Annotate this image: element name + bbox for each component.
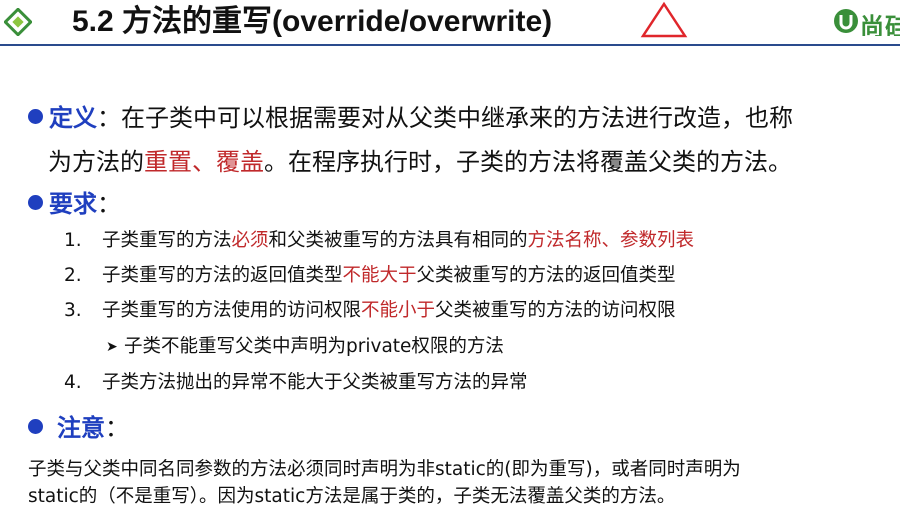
item-highlight: 不能大于: [342, 265, 417, 286]
item-text: 父类被重写的方法的返回值类型: [416, 265, 676, 286]
brand-logo: 尚硅: [832, 6, 900, 36]
diamond-logo-icon: [4, 8, 32, 36]
requirements-label: 要求: [49, 190, 97, 218]
item-number: 2.: [64, 265, 82, 286]
definition-text-2a: 为方法的: [48, 148, 144, 176]
requirement-item-1: 1. 子类重写的方法必须和父类被重写的方法具有相同的方法名称、参数列表: [64, 226, 694, 252]
definition-label: 定义: [49, 104, 97, 132]
note-colon: ：: [105, 414, 129, 442]
requirement-sub-item: ➤ 子类不能重写父类中声明为private权限的方法: [106, 332, 504, 358]
warning-triangle-icon: [640, 1, 688, 38]
requirements-colon: ：: [97, 190, 121, 218]
requirement-item-2: 2. 子类重写的方法的返回值类型不能大于父类被重写的方法的返回值类型: [64, 261, 676, 287]
header-divider: [0, 44, 900, 46]
definition-text-1: 在子类中可以根据需要对从父类中继承来的方法进行改造，也称: [121, 104, 793, 132]
note-label: 注意: [57, 414, 105, 442]
bullet-dot-icon: [28, 195, 43, 210]
definition-colon: ：: [97, 104, 121, 132]
note-line-2: static的（不是重写）。因为static方法是属于类的，子类无法覆盖父类的方…: [28, 486, 676, 507]
item-highlight: 必须: [231, 230, 269, 251]
sub-item-text: 子类不能重写父类中声明为private权限的方法: [124, 336, 504, 357]
bullet-dot-icon: [28, 109, 43, 124]
item-text: 子类重写的方法: [102, 230, 232, 251]
item-highlight: 方法名称、参数列表: [527, 230, 695, 251]
item-highlight: 不能小于: [361, 300, 436, 321]
item-text: 和父类被重写的方法具有相同的: [268, 230, 528, 251]
slide-title: 5.2 方法的重写(override/overwrite): [72, 5, 553, 38]
requirement-item-4: 4. 子类方法抛出的异常不能大于父类被重写方法的异常: [64, 368, 528, 394]
brand-mark-icon: [834, 9, 858, 33]
requirements-heading: 要求：: [28, 184, 121, 224]
definition-highlight: 重置、覆盖: [144, 148, 264, 176]
slide: 5.2 方法的重写(override/overwrite) 尚硅 定义：在子类中…: [0, 0, 900, 511]
brand-text: 尚硅: [860, 13, 900, 36]
definition-block: 定义：在子类中可以根据需要对从父类中继承来的方法进行改造，也称 为方法的重置、覆…: [28, 96, 900, 184]
item-text: 子类重写的方法的返回值类型: [102, 265, 343, 286]
definition-line-2: 为方法的重置、覆盖。在程序执行时，子类的方法将覆盖父类的方法。: [28, 140, 900, 184]
note-line-1: 子类与父类中同名同参数的方法必须同时声明为非static的(即为重写)，或者同时…: [28, 459, 741, 480]
arrow-bullet-icon: ➤: [106, 339, 118, 355]
item-number: 1.: [64, 230, 82, 251]
requirement-item-3: 3. 子类重写的方法使用的访问权限不能小于父类被重写的方法的访问权限: [64, 296, 676, 322]
item-number: 4.: [64, 372, 82, 393]
note-heading: 注意：: [28, 408, 129, 448]
item-text: 子类重写的方法使用的访问权限: [102, 300, 362, 321]
item-text: 父类被重写的方法的访问权限: [435, 300, 676, 321]
bullet-dot-icon: [28, 419, 43, 434]
note-text: 子类与父类中同名同参数的方法必须同时声明为非static的(即为重写)，或者同时…: [28, 456, 888, 510]
definition-line-1: 定义：在子类中可以根据需要对从父类中继承来的方法进行改造，也称: [28, 96, 900, 140]
definition-text-2b: 。在程序执行时，子类的方法将覆盖父类的方法。: [264, 148, 792, 176]
slide-header: 5.2 方法的重写(override/overwrite) 尚硅: [0, 0, 900, 46]
item-number: 3.: [64, 300, 82, 321]
item-text: 子类方法抛出的异常不能大于父类被重写方法的异常: [102, 372, 528, 393]
